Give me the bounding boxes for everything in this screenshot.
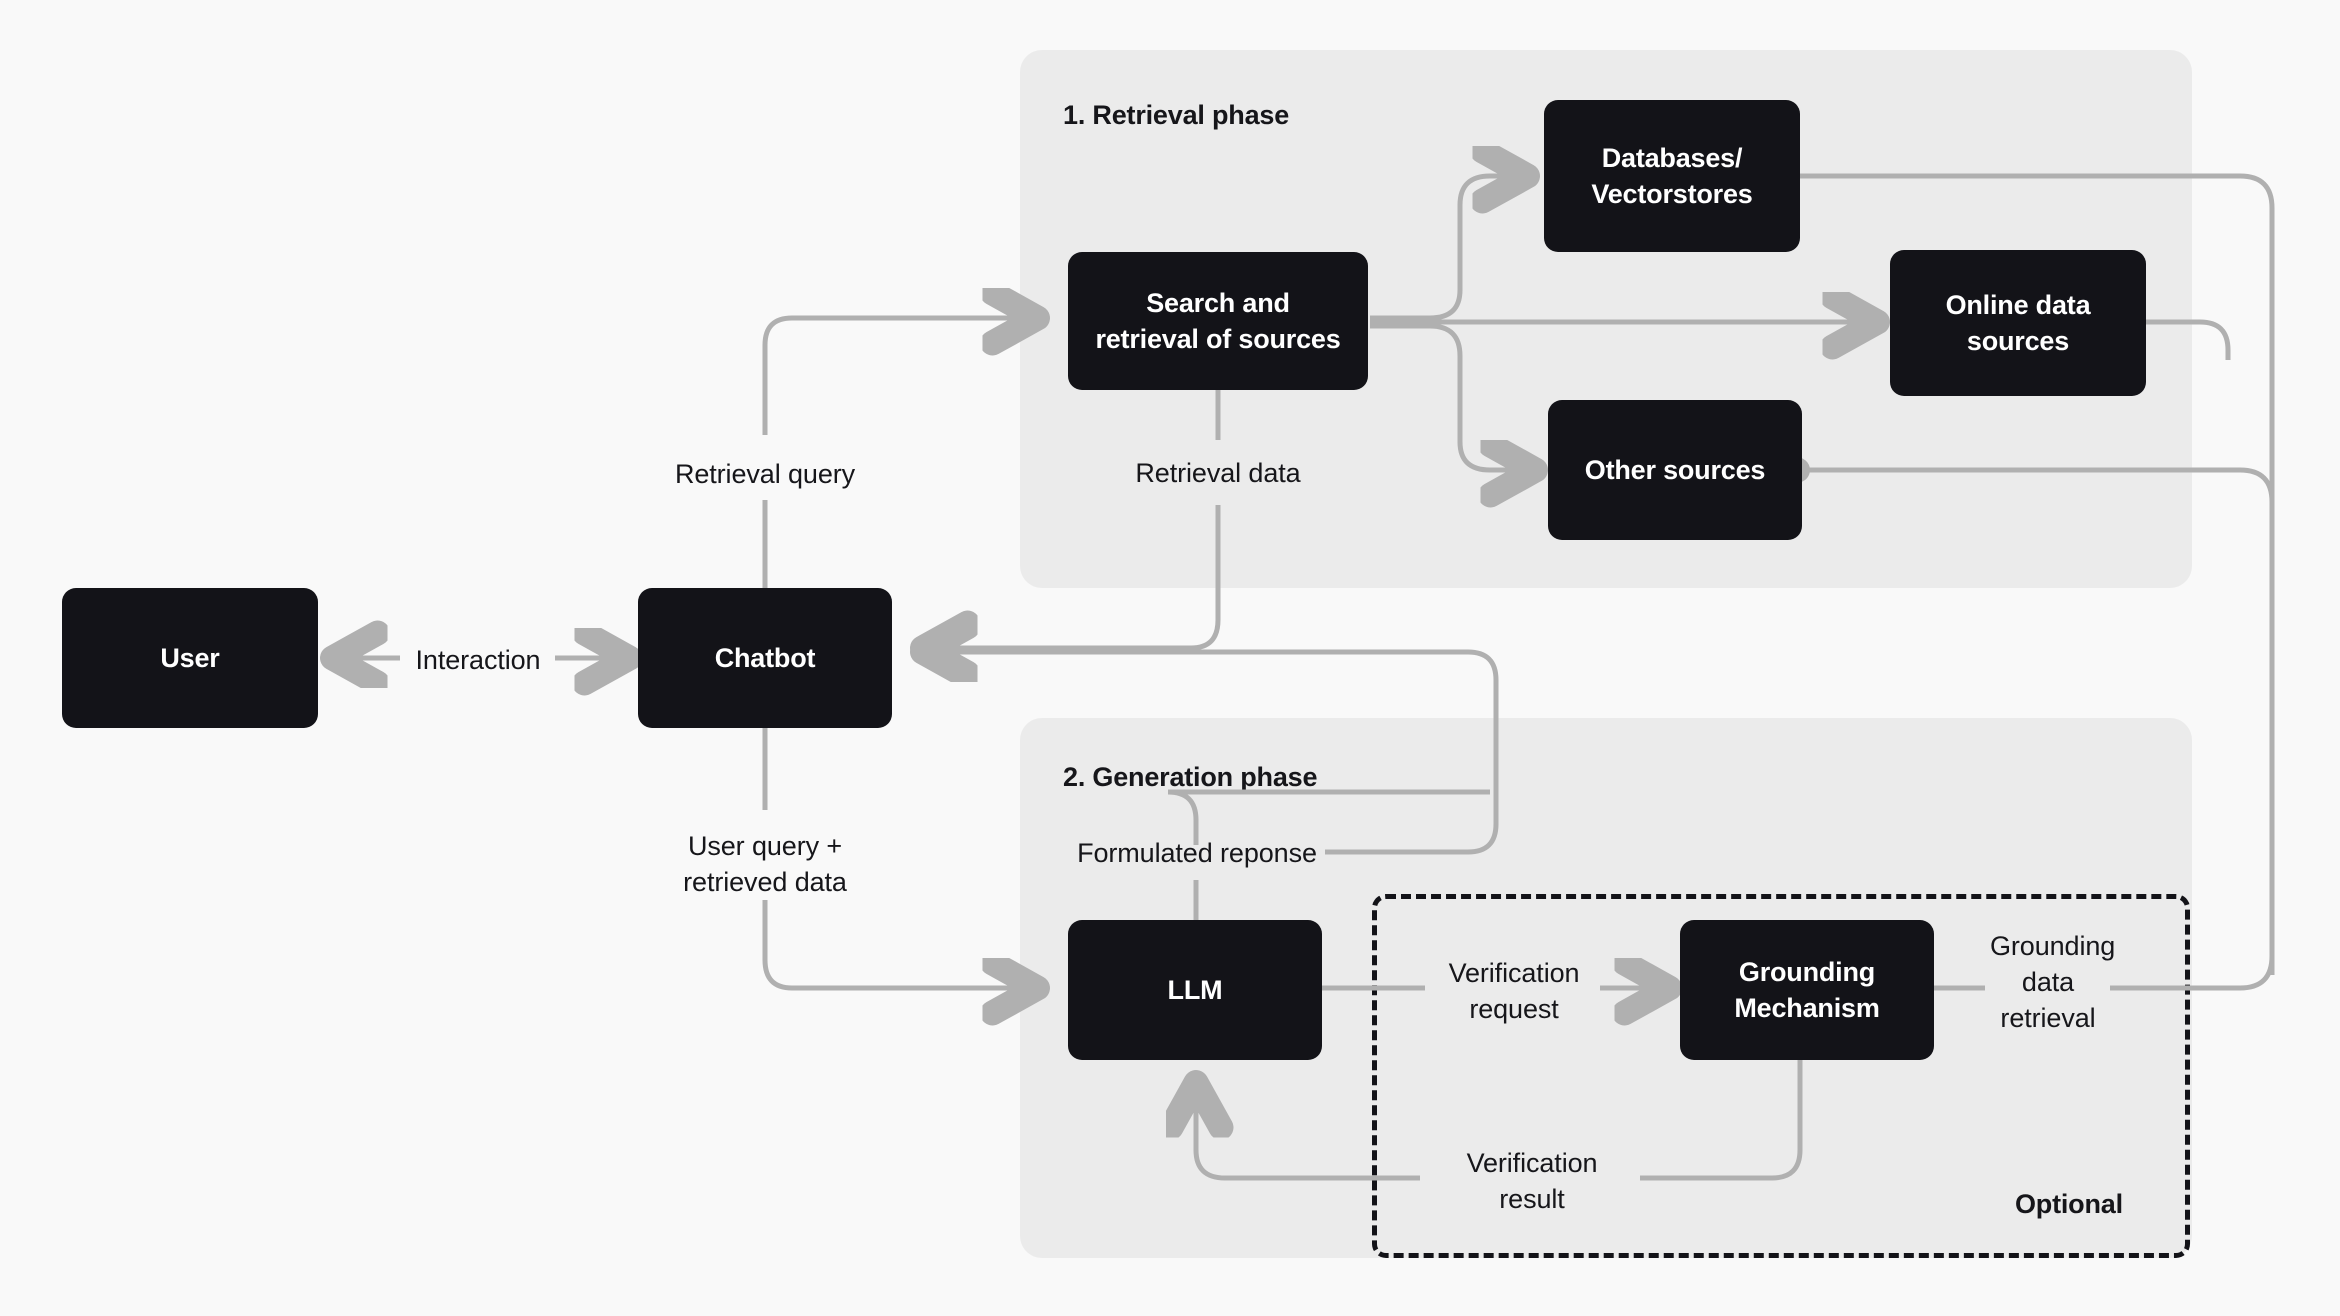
node-llm[interactable]: LLM — [1068, 920, 1322, 1060]
node-databases-vectorstores[interactable]: Databases/ Vectorstores — [1544, 100, 1800, 252]
edge-label-verification-request: Verification request — [1448, 958, 1580, 1025]
optional-label: Optional — [2015, 1189, 2123, 1219]
node-online-data-sources[interactable]: Online data sources — [1890, 250, 2146, 396]
edge-label-formulated-response: Formulated reponse — [1077, 838, 1317, 868]
retrieval-phase-title: 1. Retrieval phase — [1063, 100, 1290, 130]
edge-label-user-query-retrieved-data: User query + retrieved data — [683, 831, 847, 898]
edge-label-interaction: Interaction — [415, 645, 541, 675]
edge-label-grounding-data-retrieval: Grounding data retrieval — [1990, 931, 2116, 1034]
diagram-canvas: 1. Retrieval phase 2. Generation phase O… — [0, 0, 2340, 1316]
edge-label-retrieval-data: Retrieval data — [1135, 458, 1301, 488]
generation-phase-title: 2. Generation phase — [1063, 762, 1318, 792]
edge-label-verification-result: Verification result — [1466, 1148, 1598, 1215]
node-grounding-mechanism[interactable]: Grounding Mechanism — [1680, 920, 1934, 1060]
node-search-retrieval[interactable]: Search and retrieval of sources — [1068, 252, 1368, 390]
node-other-sources[interactable]: Other sources — [1548, 400, 1802, 540]
node-chatbot[interactable]: Chatbot — [638, 588, 892, 728]
node-user[interactable]: User — [62, 588, 318, 728]
edge-label-retrieval-query: Retrieval query — [674, 459, 856, 489]
